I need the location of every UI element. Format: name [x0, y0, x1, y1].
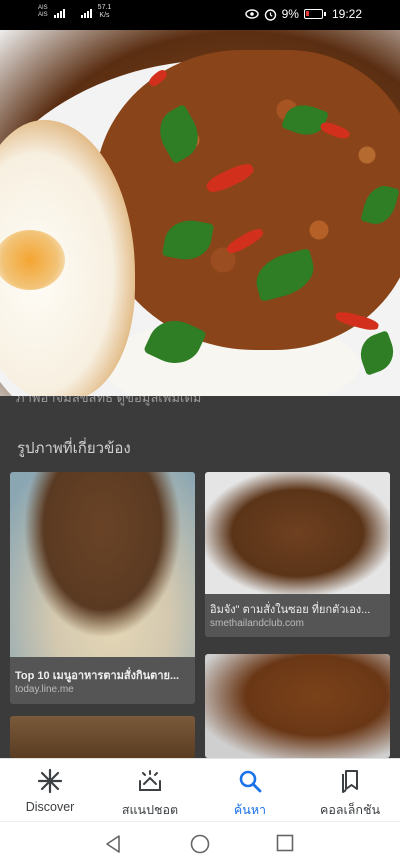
related-card-title: อิมจัง" ตามสั่งในซอย ที่ยกตัวเอง... — [210, 604, 371, 616]
results-area: ภาพอาจมีลิขสิทธิ์ ดูข้อมูลเพิ่มเติม รูปภ… — [0, 396, 400, 758]
nav-item-search[interactable]: ค้นหา — [200, 759, 300, 821]
related-card-source: smethailandclub.com — [210, 618, 304, 629]
status-right: 9% 19:22 — [244, 7, 362, 21]
related-images-heading: รูปภาพที่เกี่ยวข้อง — [17, 440, 131, 457]
network-speed-value: 57.1 — [97, 4, 112, 11]
carrier-1: AIS — [38, 5, 48, 11]
asterisk-icon — [37, 768, 63, 794]
hero-image[interactable] — [0, 30, 400, 396]
nav-label-search: ค้นหา — [233, 803, 267, 817]
nav-label-snapshot: สแนปชอต — [121, 803, 179, 817]
recents-icon[interactable] — [276, 834, 294, 852]
related-card[interactable] — [205, 654, 390, 758]
status-bar: AIS AIS 57.1 K/s 9% 19:22 — [0, 0, 400, 30]
carrier-labels: AIS AIS — [38, 5, 48, 19]
back-icon[interactable] — [104, 834, 122, 854]
bottom-navigation: Discover สแนปชอต ค้นหา คอลเล็กชัน — [0, 758, 400, 821]
related-thumbnail — [10, 716, 195, 758]
search-icon — [239, 770, 262, 793]
system-navigation-bar — [0, 821, 400, 867]
related-thumbnail — [205, 472, 390, 594]
alarm-icon — [264, 8, 276, 21]
carrier-2: AIS — [38, 12, 48, 18]
battery-icon — [303, 9, 326, 19]
related-card-title: Top 10 เมนูอาหารตามสั่งกินตาย... — [15, 670, 180, 682]
related-thumbnail — [205, 654, 390, 758]
network-speed-unit: K/s — [99, 12, 110, 19]
battery-percent: 9% — [281, 7, 299, 21]
nav-label-discover: Discover — [25, 800, 75, 814]
related-card[interactable]: อิมจัง" ตามสั่งในซอย ที่ยกตัวเอง... smet… — [205, 472, 390, 637]
home-icon[interactable] — [190, 834, 210, 854]
related-card[interactable] — [10, 716, 195, 758]
nav-label-collections: คอลเล็กชัน — [319, 803, 381, 817]
nav-item-collections[interactable]: คอลเล็กชัน — [300, 759, 400, 821]
nav-item-discover[interactable]: Discover — [0, 759, 100, 821]
network-speed: 57.1 K/s — [98, 4, 112, 20]
signal-icon — [80, 6, 92, 18]
signal-icon — [53, 6, 65, 18]
related-card-source: today.line.me — [15, 684, 74, 695]
related-card[interactable]: Top 10 เมนูอาหารตามสั่งกินตาย... today.l… — [10, 472, 195, 704]
clock: 19:22 — [331, 7, 362, 21]
collections-icon — [342, 770, 358, 793]
related-thumbnail — [10, 472, 195, 657]
eye-icon — [244, 9, 259, 19]
image-notice[interactable]: ภาพอาจมีลิขสิทธิ์ ดูข้อมูลเพิ่มเติม — [16, 396, 201, 408]
snapshot-icon — [139, 770, 161, 791]
status-left: AIS AIS 57.1 K/s — [38, 4, 111, 20]
nav-item-snapshot[interactable]: สแนปชอต — [100, 759, 200, 821]
